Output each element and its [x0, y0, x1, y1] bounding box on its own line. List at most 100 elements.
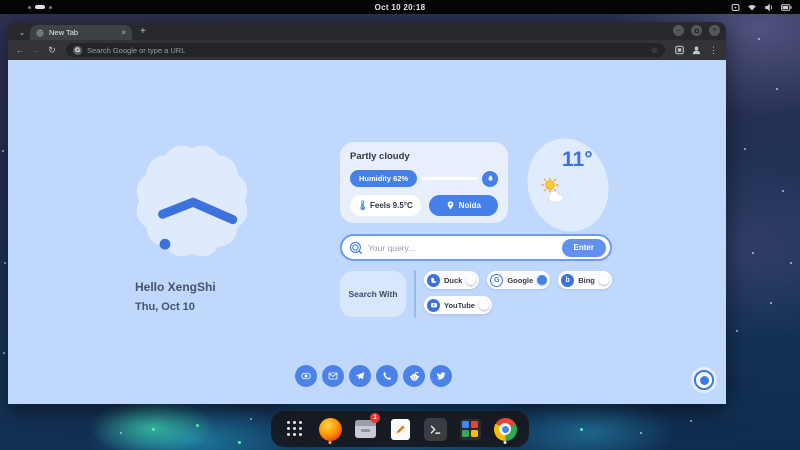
- engine-option-duck[interactable]: Duck: [424, 271, 480, 289]
- system-tray[interactable]: [731, 0, 792, 14]
- new-tab-page: Hello XengShi Thu, Oct 10 Partly cloudy …: [8, 60, 726, 404]
- location-pin-icon: [447, 201, 454, 210]
- battery-icon: [781, 3, 792, 11]
- workspace-indicator[interactable]: [28, 0, 52, 14]
- search-with-divider: [414, 270, 416, 318]
- date-text: Thu, Oct 10: [135, 301, 195, 313]
- tab-strip: ⌄ New Tab × + – ×: [8, 22, 726, 40]
- bing-icon: b: [561, 273, 575, 287]
- telegram-icon: [355, 372, 365, 380]
- ntp-menu-button[interactable]: [694, 370, 714, 390]
- humidity-pill: Humidity 62%: [350, 170, 418, 187]
- tab-search-button[interactable]: ⌄: [14, 25, 30, 40]
- tab-title: New Tab: [49, 28, 79, 37]
- dock-chrome-button[interactable]: [493, 415, 517, 444]
- ntp-search-bar[interactable]: Enter: [340, 234, 612, 261]
- dock-terminal-button[interactable]: [423, 415, 447, 443]
- email-link[interactable]: [322, 365, 344, 387]
- duckduckgo-icon: [427, 273, 440, 287]
- weather-card: Partly cloudy Humidity 62% Feels 9.5°C N…: [340, 142, 508, 223]
- reddit-link[interactable]: [403, 365, 425, 387]
- youtube-link[interactable]: [295, 365, 317, 387]
- maximize-button[interactable]: [691, 25, 702, 36]
- feels-like-text: Feels 9.5°C: [370, 201, 413, 210]
- whatsapp-icon: [383, 372, 391, 380]
- search-engine-icon: G: [73, 45, 82, 55]
- dock-archive-manager-button[interactable]: 1: [353, 413, 380, 443]
- bookmark-star-icon[interactable]: ☆: [651, 46, 658, 55]
- maximize-icon: [694, 28, 699, 33]
- forward-button[interactable]: →: [30, 45, 42, 55]
- social-links-row: [295, 365, 452, 387]
- temperature-value: 11°: [562, 148, 593, 171]
- ntp-menu-dot: [699, 375, 709, 385]
- engine-row: YouTube: [424, 296, 634, 314]
- desktop: Oct 10 20:18 ⌄ New Tab × + – × ← → ↻ G S…: [0, 0, 800, 450]
- twitter-link[interactable]: [430, 365, 452, 387]
- search-enter-button[interactable]: Enter: [561, 238, 606, 257]
- engine-option-bing[interactable]: b Bing: [558, 271, 612, 289]
- analog-clock-widget: [132, 140, 252, 262]
- search-with-label: Search With: [348, 289, 398, 299]
- browser-toolbar: ← → ↻ G Search Google or type a URL ☆ ⋮: [8, 40, 726, 60]
- dock-app-tiles-button[interactable]: [458, 415, 482, 443]
- volume-icon: [765, 3, 772, 11]
- browser-menu-button[interactable]: ⋮: [707, 45, 720, 56]
- sun-cloud-icon: [540, 178, 570, 203]
- search-input[interactable]: [368, 242, 557, 253]
- dock-firefox-button[interactable]: [318, 415, 342, 444]
- wifi-icon: [748, 4, 756, 10]
- dock: 1: [271, 411, 529, 447]
- search-with-label-card: Search With: [340, 271, 406, 317]
- email-icon: [328, 372, 338, 380]
- whatsapp-link[interactable]: [376, 365, 398, 387]
- system-top-bar: Oct 10 20:18: [0, 0, 800, 14]
- running-indicator: [328, 441, 332, 444]
- tab-new-tab[interactable]: New Tab ×: [30, 25, 132, 40]
- greeting-text: Hello XengShi: [135, 280, 216, 294]
- youtube-icon: [301, 372, 311, 380]
- reddit-icon: [409, 371, 419, 381]
- engine-row: Duck G Google b Bing: [424, 271, 634, 289]
- engine-radio-youtube[interactable]: [478, 300, 489, 310]
- tab-close-button[interactable]: ×: [121, 28, 126, 37]
- humidity-row: Humidity 62%: [350, 170, 498, 187]
- engine-radio-google[interactable]: [537, 275, 548, 285]
- workspace-active-pill: [35, 5, 45, 9]
- droplet-icon: [482, 170, 498, 187]
- keyboard-indicator-icon: [731, 3, 740, 11]
- location-pill[interactable]: Noida: [428, 195, 498, 216]
- tab-groups-icon[interactable]: [673, 45, 686, 55]
- workspace-dot: [49, 5, 52, 9]
- browser-window: ⌄ New Tab × + – × ← → ↻ G Search Google …: [8, 22, 726, 404]
- app-tiles-icon: [459, 418, 481, 440]
- system-clock[interactable]: Oct 10 20:18: [375, 3, 426, 12]
- engine-label: Duck: [444, 275, 463, 285]
- engine-label: YouTube: [444, 300, 475, 310]
- engine-radio-duck[interactable]: [466, 275, 477, 285]
- dock-text-editor-button[interactable]: [388, 415, 412, 443]
- chrome-icon: [493, 417, 517, 441]
- window-controls: – ×: [673, 25, 720, 36]
- profile-avatar-icon[interactable]: [690, 45, 703, 55]
- engine-option-youtube[interactable]: YouTube: [424, 296, 492, 314]
- thermometer-icon: [360, 200, 365, 211]
- address-bar[interactable]: G Search Google or type a URL ☆: [66, 43, 665, 57]
- new-tab-button[interactable]: +: [140, 26, 146, 38]
- refresh-button[interactable]: ↻: [46, 45, 58, 56]
- app-grid-icon: [287, 421, 303, 437]
- clock-icon: [136, 145, 248, 257]
- dock-app-grid-button[interactable]: [283, 415, 307, 443]
- feels-like-pill: Feels 9.5°C: [350, 195, 421, 216]
- engine-label: Google: [507, 275, 534, 285]
- engine-label: Bing: [578, 275, 595, 285]
- chevron-down-icon: ⌄: [18, 28, 26, 37]
- telegram-link[interactable]: [349, 365, 371, 387]
- minimize-button[interactable]: –: [673, 25, 684, 36]
- firefox-icon: [318, 417, 342, 441]
- address-bar-placeholder: Search Google or type a URL: [87, 45, 186, 55]
- back-button[interactable]: ←: [14, 45, 26, 55]
- engine-option-google[interactable]: G Google: [487, 271, 551, 289]
- close-button[interactable]: ×: [709, 25, 720, 36]
- engine-radio-bing[interactable]: [598, 275, 609, 285]
